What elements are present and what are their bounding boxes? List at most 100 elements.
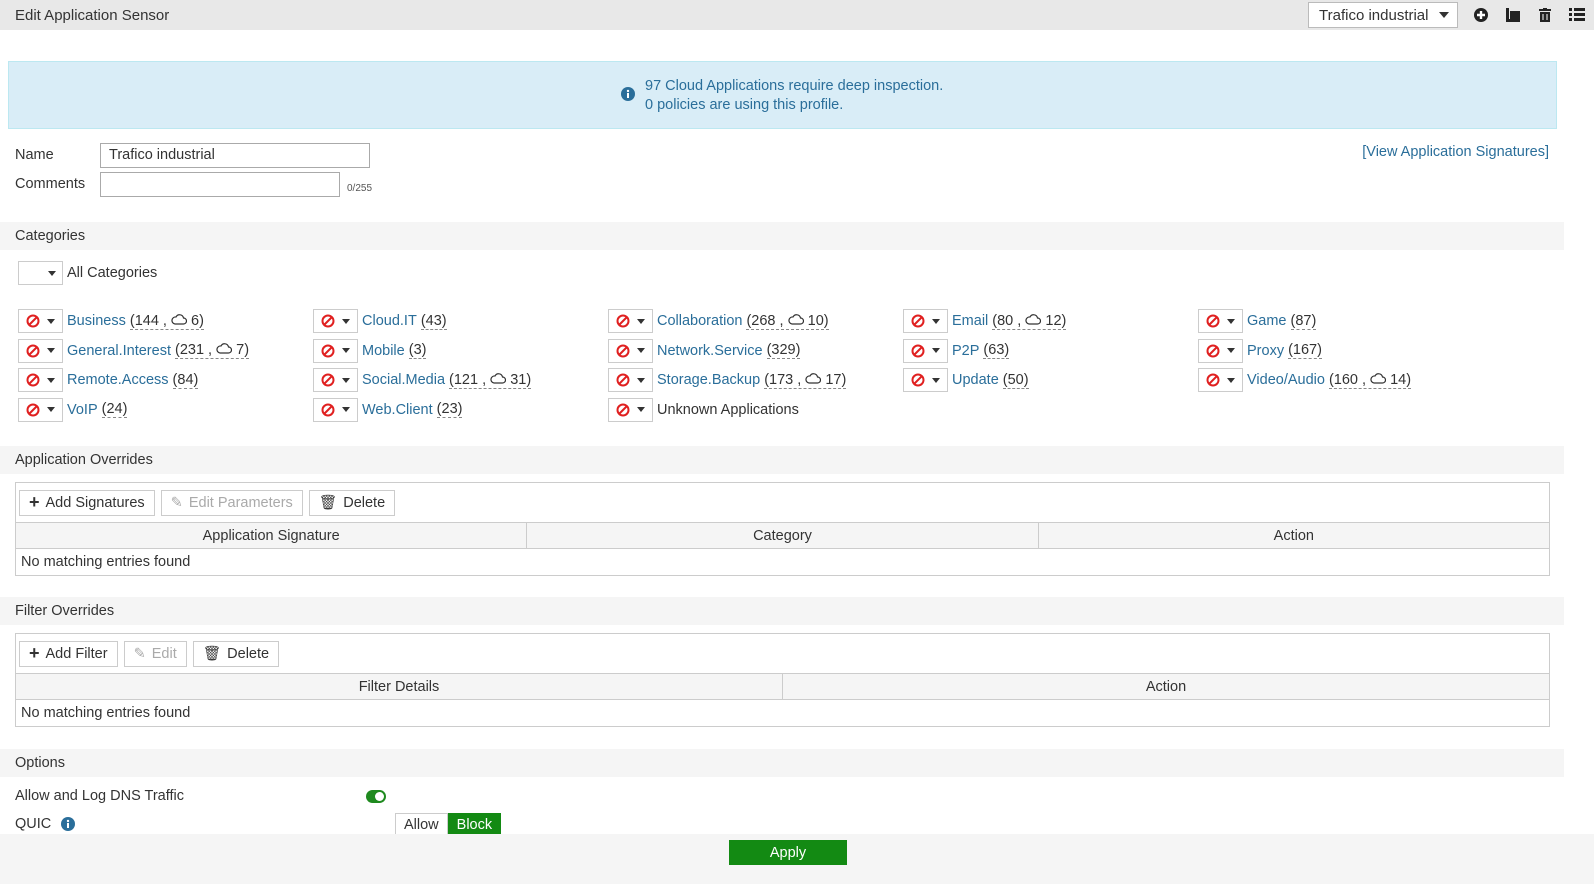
quic-label: QUIC [15,816,52,832]
category-link[interactable]: Web.Client [362,402,433,418]
list-icon[interactable] [1568,6,1586,24]
column-header-category[interactable]: Category [527,523,1039,548]
category-count[interactable]: (50) [1002,372,1029,389]
category-action-dropdown[interactable] [608,368,653,392]
category-action-dropdown[interactable] [1198,338,1243,363]
category-action-dropdown[interactable] [313,368,358,392]
category-proxy: Proxy (167) [1198,338,1322,363]
apply-button[interactable]: Apply [729,840,847,865]
cloud-icon [787,313,804,329]
category-count[interactable]: (23) [436,401,463,418]
chevron-down-icon [1227,348,1235,353]
category-count[interactable]: (3) [408,342,427,359]
category-action-dropdown[interactable] [18,397,63,422]
category-link[interactable]: Update [952,372,999,388]
category-storage-backup: Storage.Backup (173 , 17) [608,368,847,392]
category-action-dropdown[interactable] [1198,368,1243,392]
category-action-dropdown[interactable] [903,338,948,363]
category-count[interactable]: (84) [172,372,199,389]
column-header-application-signature[interactable]: Application Signature [16,523,528,548]
category-general-interest: General.Interest (231 , 7) [18,338,250,363]
category-action-dropdown[interactable] [18,309,63,333]
cloud-icon [1370,372,1387,388]
category-link[interactable]: Business [67,313,126,329]
chevron-down-icon [637,348,645,353]
category-count[interactable]: (231 , 7) [174,342,250,359]
all-categories-action-dropdown[interactable] [18,261,63,285]
block-icon [321,344,335,358]
empty-table-message: No matching entries found [21,705,191,721]
category-count[interactable]: (63) [983,342,1010,359]
category-action-dropdown[interactable] [608,397,653,422]
quic-allow-option[interactable]: Allow [395,813,448,835]
clone-icon[interactable] [1504,6,1522,24]
category-action-dropdown[interactable] [313,397,358,422]
category-count[interactable]: (24) [101,401,128,418]
category-count[interactable]: (268 , 10) [746,313,829,330]
add-signatures-button[interactable]: + Add Signatures [19,489,155,516]
view-application-signatures-link[interactable]: [View Application Signatures] [1362,144,1549,160]
category-label: Unknown Applications [657,401,799,418]
category-action-dropdown[interactable] [313,309,358,333]
category-count[interactable]: (121 , 31) [449,372,532,389]
category-action-dropdown[interactable] [608,309,653,333]
category-link[interactable]: Email [952,313,988,329]
profile-select[interactable]: Trafico industrial [1308,2,1458,28]
trash-icon[interactable] [1536,6,1554,24]
delete-filter-button[interactable]: 🗑 Delete [192,640,280,667]
edit-filter-button[interactable]: ✎ Edit [123,640,187,667]
category-link[interactable]: Cloud.IT [362,313,417,329]
category-count[interactable]: (160 , 14) [1328,372,1412,389]
category-link[interactable]: Remote.Access [67,372,169,388]
dns-traffic-toggle[interactable] [366,790,386,803]
add-filter-button[interactable]: + Add Filter [19,640,118,667]
category-action-dropdown[interactable] [903,368,948,392]
plus-circle-icon[interactable] [1472,6,1490,24]
block-icon [26,314,40,328]
category-link[interactable]: VoIP [67,402,98,418]
category-action-dropdown[interactable] [18,368,63,392]
signature-count: 144 [134,312,159,329]
category-mobile: Mobile (3) [313,338,427,363]
column-header-action[interactable]: Action [783,674,1549,699]
chevron-down-icon [637,318,645,324]
category-link[interactable]: Mobile [362,343,405,359]
quic-block-option[interactable]: Block [447,813,502,835]
info-icon[interactable] [61,817,75,835]
add-signatures-label: Add Signatures [45,494,145,511]
category-count[interactable]: (43) [420,313,447,330]
category-link[interactable]: Social.Media [362,372,445,388]
category-count[interactable]: (329) [766,342,801,359]
category-action-dropdown[interactable] [903,309,948,333]
chevron-down-icon [47,348,55,353]
category-link[interactable]: Video/Audio [1247,372,1325,388]
edit-label: Edit [151,645,177,662]
category-count[interactable]: (80 , 12) [992,313,1067,330]
banner-line-2: 0 policies are using this profile. [645,97,844,113]
category-link[interactable]: Network.Service [657,343,763,359]
category-action-dropdown[interactable] [608,338,653,363]
category-count[interactable]: (173 , 17) [764,372,847,389]
all-categories-label: All Categories [67,265,158,281]
chevron-down-icon [342,318,350,324]
category-count[interactable]: (87) [1290,313,1317,330]
category-count[interactable]: (167) [1288,342,1322,359]
category-link[interactable]: Game [1247,313,1287,329]
category-link[interactable]: Collaboration [657,313,742,329]
category-action-dropdown[interactable] [313,338,358,363]
delete-button[interactable]: 🗑 Delete [308,489,396,516]
category-link[interactable]: Proxy [1247,343,1284,359]
category-link[interactable]: Storage.Backup [657,372,760,388]
column-header-action[interactable]: Action [1039,523,1549,548]
category-action-dropdown[interactable] [1198,309,1243,333]
category-link[interactable]: General.Interest [67,343,171,359]
category-unknown-applications: Unknown Applications [608,397,799,422]
category-link[interactable]: P2P [952,343,979,359]
edit-parameters-button[interactable]: ✎ Edit Parameters [160,489,303,516]
column-header-filter-details[interactable]: Filter Details [16,674,783,699]
name-input[interactable]: Trafico industrial [100,143,370,168]
category-action-dropdown[interactable] [18,338,63,363]
chevron-down-icon [932,377,940,383]
category-count[interactable]: (144 , 6) [129,312,204,330]
comments-textarea[interactable] [100,172,340,197]
